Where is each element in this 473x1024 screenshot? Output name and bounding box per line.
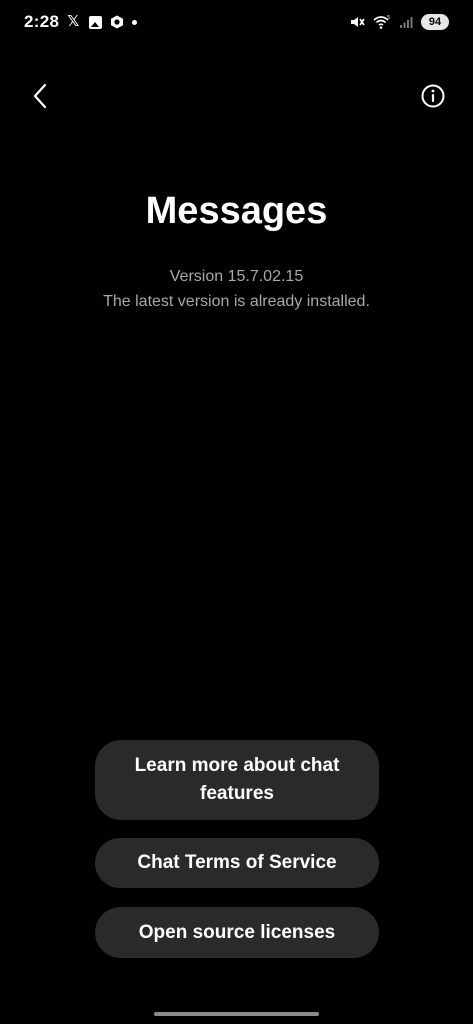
wifi-icon: 5 — [373, 15, 390, 29]
status-time: 2:28 — [24, 12, 60, 31]
status-bar: 2:28 𝕏 5 94 — [0, 0, 473, 44]
version-text: Version 15.7.02.15 — [169, 268, 304, 285]
info-icon — [421, 84, 445, 108]
info-button[interactable] — [419, 82, 447, 110]
about-screen: 2:28 𝕏 5 94 Messages Version 15.7.02.15 … — [0, 0, 473, 1024]
mute-icon — [351, 17, 365, 27]
signal-icon — [400, 17, 413, 28]
status-right: 5 94 — [349, 14, 449, 30]
open-source-licenses-button[interactable]: Open source licenses — [95, 907, 379, 958]
terms-of-service-button[interactable]: Chat Terms of Service — [95, 838, 379, 888]
battery-indicator: 94 — [421, 14, 449, 30]
app-title: Messages — [145, 190, 328, 232]
status-left: 2:28 𝕏 — [24, 12, 138, 32]
x-icon: 𝕏 — [67, 13, 80, 30]
gallery-icon — [89, 15, 103, 29]
hex-app-icon — [111, 15, 124, 29]
chevron-left-icon — [33, 83, 47, 109]
learn-more-button[interactable]: Learn more about chat features — [95, 740, 379, 820]
svg-text:5: 5 — [387, 15, 390, 21]
back-button[interactable] — [24, 80, 56, 112]
update-status-text: The latest version is already installed. — [103, 293, 370, 310]
notification-dot — [132, 19, 138, 25]
gesture-navigation-bar[interactable] — [154, 1012, 319, 1016]
